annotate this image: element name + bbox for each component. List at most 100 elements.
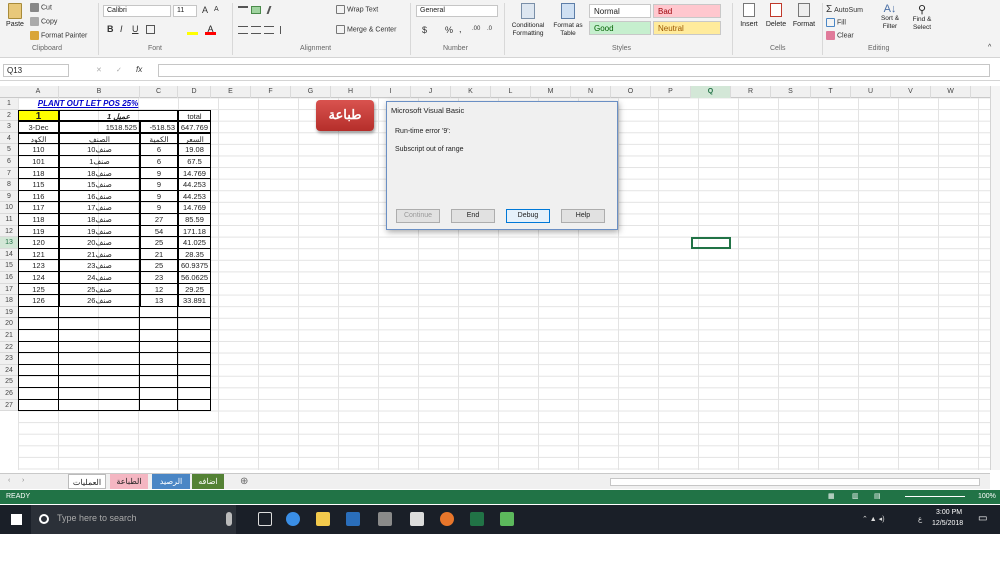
language-indicator[interactable]: ع <box>918 515 922 523</box>
table-cell[interactable]: 28.35 <box>178 248 211 261</box>
empty-table-cell[interactable] <box>140 388 178 400</box>
sort-filter-button[interactable]: A↓ Sort & Filter <box>874 3 906 31</box>
empty-table-cell[interactable] <box>18 306 59 319</box>
row-header[interactable]: 22 <box>0 341 18 354</box>
align-right-icon[interactable] <box>264 26 274 34</box>
cell-d3[interactable]: 647.769 <box>178 121 211 133</box>
empty-table-cell[interactable] <box>140 364 178 377</box>
microphone-icon[interactable] <box>226 512 232 526</box>
page-break-icon[interactable]: ▤ <box>874 492 881 500</box>
row-header[interactable]: 6 <box>0 156 18 168</box>
selected-cell-q13[interactable] <box>691 237 731 249</box>
row-header[interactable]: 2 <box>0 109 18 122</box>
decrease-decimal-button[interactable]: .0 <box>487 26 492 32</box>
table-cell[interactable]: 29.25 <box>178 283 211 296</box>
table-cell[interactable]: 9 <box>140 167 178 180</box>
table-cell[interactable]: صنف1 <box>59 156 140 168</box>
enter-icon[interactable]: ✓ <box>116 66 122 74</box>
empty-table-cell[interactable] <box>59 376 140 388</box>
delete-cells-button[interactable]: Delete <box>764 3 788 28</box>
table-cell[interactable]: 13 <box>140 295 178 307</box>
table-cell[interactable]: صنف25 <box>59 283 140 296</box>
empty-table-cell[interactable] <box>59 341 140 354</box>
taskbar-search-box[interactable]: Type here to search <box>31 505 236 534</box>
style-normal[interactable]: Normal <box>589 4 651 18</box>
empty-table-cell[interactable] <box>18 341 59 354</box>
sheet-title-cell[interactable]: PLANT OUT LET POS 25% <box>18 98 158 110</box>
table-header-cell[interactable]: الكود <box>18 132 59 145</box>
table-cell[interactable]: صنف26 <box>59 295 140 307</box>
tab-scroll-right-icon[interactable]: › <box>22 477 24 484</box>
row-header[interactable]: 19 <box>0 306 18 319</box>
normal-view-icon[interactable]: ▦ <box>828 492 835 500</box>
row-header[interactable]: 7 <box>0 167 18 180</box>
empty-table-cell[interactable] <box>59 330 140 342</box>
empty-table-cell[interactable] <box>59 388 140 400</box>
table-cell[interactable]: صنف24 <box>59 272 140 284</box>
table-cell[interactable]: 6 <box>140 156 178 168</box>
align-left-icon[interactable] <box>238 26 248 34</box>
table-cell[interactable]: صنف21 <box>59 248 140 261</box>
cell-c3[interactable]: -518.53 <box>140 121 178 133</box>
style-neutral[interactable]: Neutral <box>653 21 721 35</box>
table-cell[interactable]: 120 <box>18 237 59 249</box>
row-header[interactable]: 23 <box>0 353 18 365</box>
column-header[interactable]: I <box>371 86 411 98</box>
empty-table-cell[interactable] <box>178 399 211 412</box>
table-cell[interactable]: صنف19 <box>59 225 140 238</box>
table-cell[interactable]: 116 <box>18 190 59 203</box>
calculator-icon[interactable] <box>410 512 424 526</box>
empty-table-cell[interactable] <box>59 353 140 365</box>
empty-table-cell[interactable] <box>178 388 211 400</box>
table-cell[interactable]: 118 <box>18 167 59 180</box>
table-cell[interactable]: 101 <box>18 156 59 168</box>
row-header[interactable]: 20 <box>0 318 18 330</box>
column-header[interactable]: O <box>611 86 651 98</box>
empty-table-cell[interactable] <box>140 318 178 330</box>
column-header[interactable]: W <box>931 86 971 98</box>
empty-table-cell[interactable] <box>178 364 211 377</box>
column-header[interactable]: T <box>811 86 851 98</box>
column-header[interactable]: D <box>178 86 211 98</box>
fill-button[interactable]: Fill <box>826 18 846 27</box>
clear-button[interactable]: Clear <box>826 31 854 40</box>
table-cell[interactable]: 85.59 <box>178 214 211 226</box>
table-cell[interactable]: 121 <box>18 248 59 261</box>
paint-icon[interactable] <box>378 512 392 526</box>
copy-button[interactable]: Copy <box>30 17 57 26</box>
page-layout-icon[interactable]: ▥ <box>852 492 859 500</box>
format-as-table-button[interactable]: Format as Table <box>550 3 586 38</box>
table-cell[interactable]: 14.769 <box>178 202 211 214</box>
horizontal-scrollbar[interactable] <box>610 478 980 486</box>
row-header[interactable]: 3 <box>0 121 18 133</box>
table-cell[interactable]: صنف16 <box>59 190 140 203</box>
align-middle-icon[interactable] <box>251 6 261 14</box>
table-cell[interactable]: 125 <box>18 283 59 296</box>
cell-a2[interactable]: 1 <box>18 109 59 122</box>
italic-button[interactable]: I <box>120 24 123 34</box>
row-header[interactable]: 11 <box>0 214 18 226</box>
table-header-cell[interactable]: الصنف <box>59 132 140 145</box>
table-cell[interactable]: 27 <box>140 214 178 226</box>
table-header-cell[interactable]: الكمية <box>140 132 178 145</box>
row-header[interactable]: 4 <box>0 132 18 145</box>
row-header[interactable]: 10 <box>0 202 18 214</box>
empty-table-cell[interactable] <box>140 353 178 365</box>
empty-table-cell[interactable] <box>178 306 211 319</box>
row-header[interactable]: 25 <box>0 376 18 388</box>
row-header[interactable]: 16 <box>0 272 18 284</box>
merge-center-button[interactable]: Merge & Center <box>336 25 396 34</box>
windows-start-icon[interactable] <box>11 514 22 525</box>
tab-balance[interactable]: الرصيد <box>152 474 190 489</box>
edge-icon[interactable] <box>286 512 300 526</box>
clock-date[interactable]: 12/5/2018 <box>932 520 963 527</box>
print-button[interactable]: طباعة <box>316 100 374 131</box>
empty-table-cell[interactable] <box>178 376 211 388</box>
font-name-select[interactable]: Calibri <box>103 5 171 17</box>
table-cell[interactable]: 119 <box>18 225 59 238</box>
empty-table-cell[interactable] <box>140 306 178 319</box>
new-sheet-button[interactable]: ⊕ <box>240 476 248 487</box>
insert-cells-button[interactable]: Insert <box>739 3 759 28</box>
table-cell[interactable]: 44.253 <box>178 190 211 203</box>
indent-icon[interactable] <box>280 26 290 34</box>
